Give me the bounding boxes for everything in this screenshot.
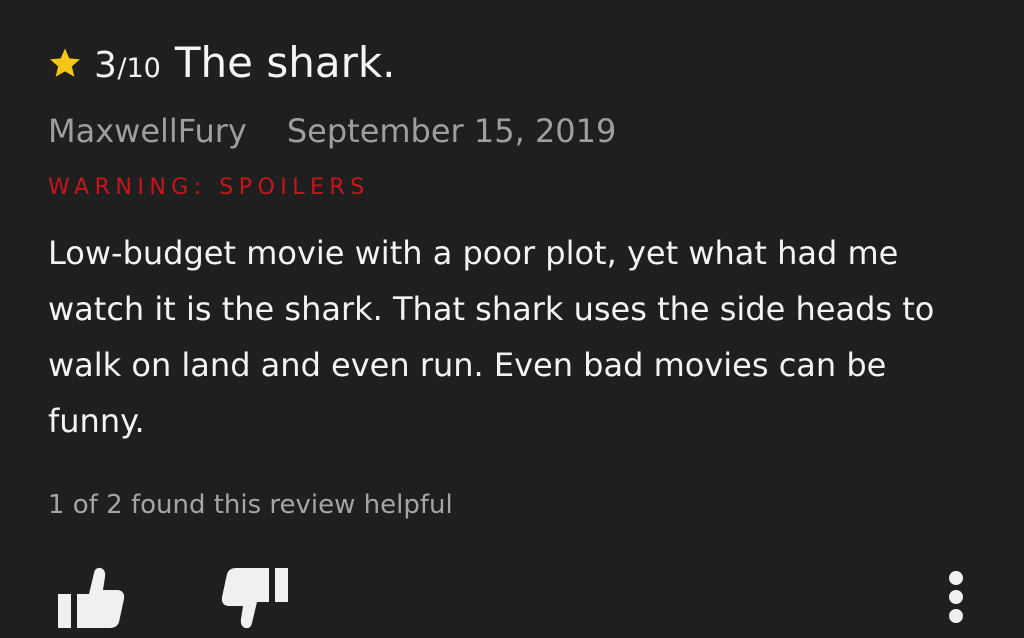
thumbs-down-icon [218,564,288,632]
user-review-card: 3 /10 The shark. MaxwellFury September 1… [0,0,1024,638]
star-icon [48,46,82,80]
thumbs-up-button[interactable] [58,564,126,632]
review-actions [0,560,1024,638]
review-meta: MaxwellFury September 15, 2019 [48,112,616,150]
rating-header: 3 /10 The shark. [48,38,396,88]
helpful-count: 1 of 2 found this review helpful [48,490,453,520]
thumbs-down-button[interactable] [218,564,288,632]
rating-value: 3 [94,45,118,86]
review-date: September 15, 2019 [286,112,617,150]
rating-max: /10 [117,53,161,84]
review-body: Low-budget movie with a poor plot, yet w… [48,234,935,440]
review-title: The shark. [174,38,396,87]
thumbs-up-icon [58,564,126,632]
review-author[interactable]: MaxwellFury [48,112,247,150]
more-vertical-icon [936,564,976,634]
more-options-button[interactable] [936,564,976,634]
spoiler-warning: WARNING: SPOILERS [48,175,370,200]
